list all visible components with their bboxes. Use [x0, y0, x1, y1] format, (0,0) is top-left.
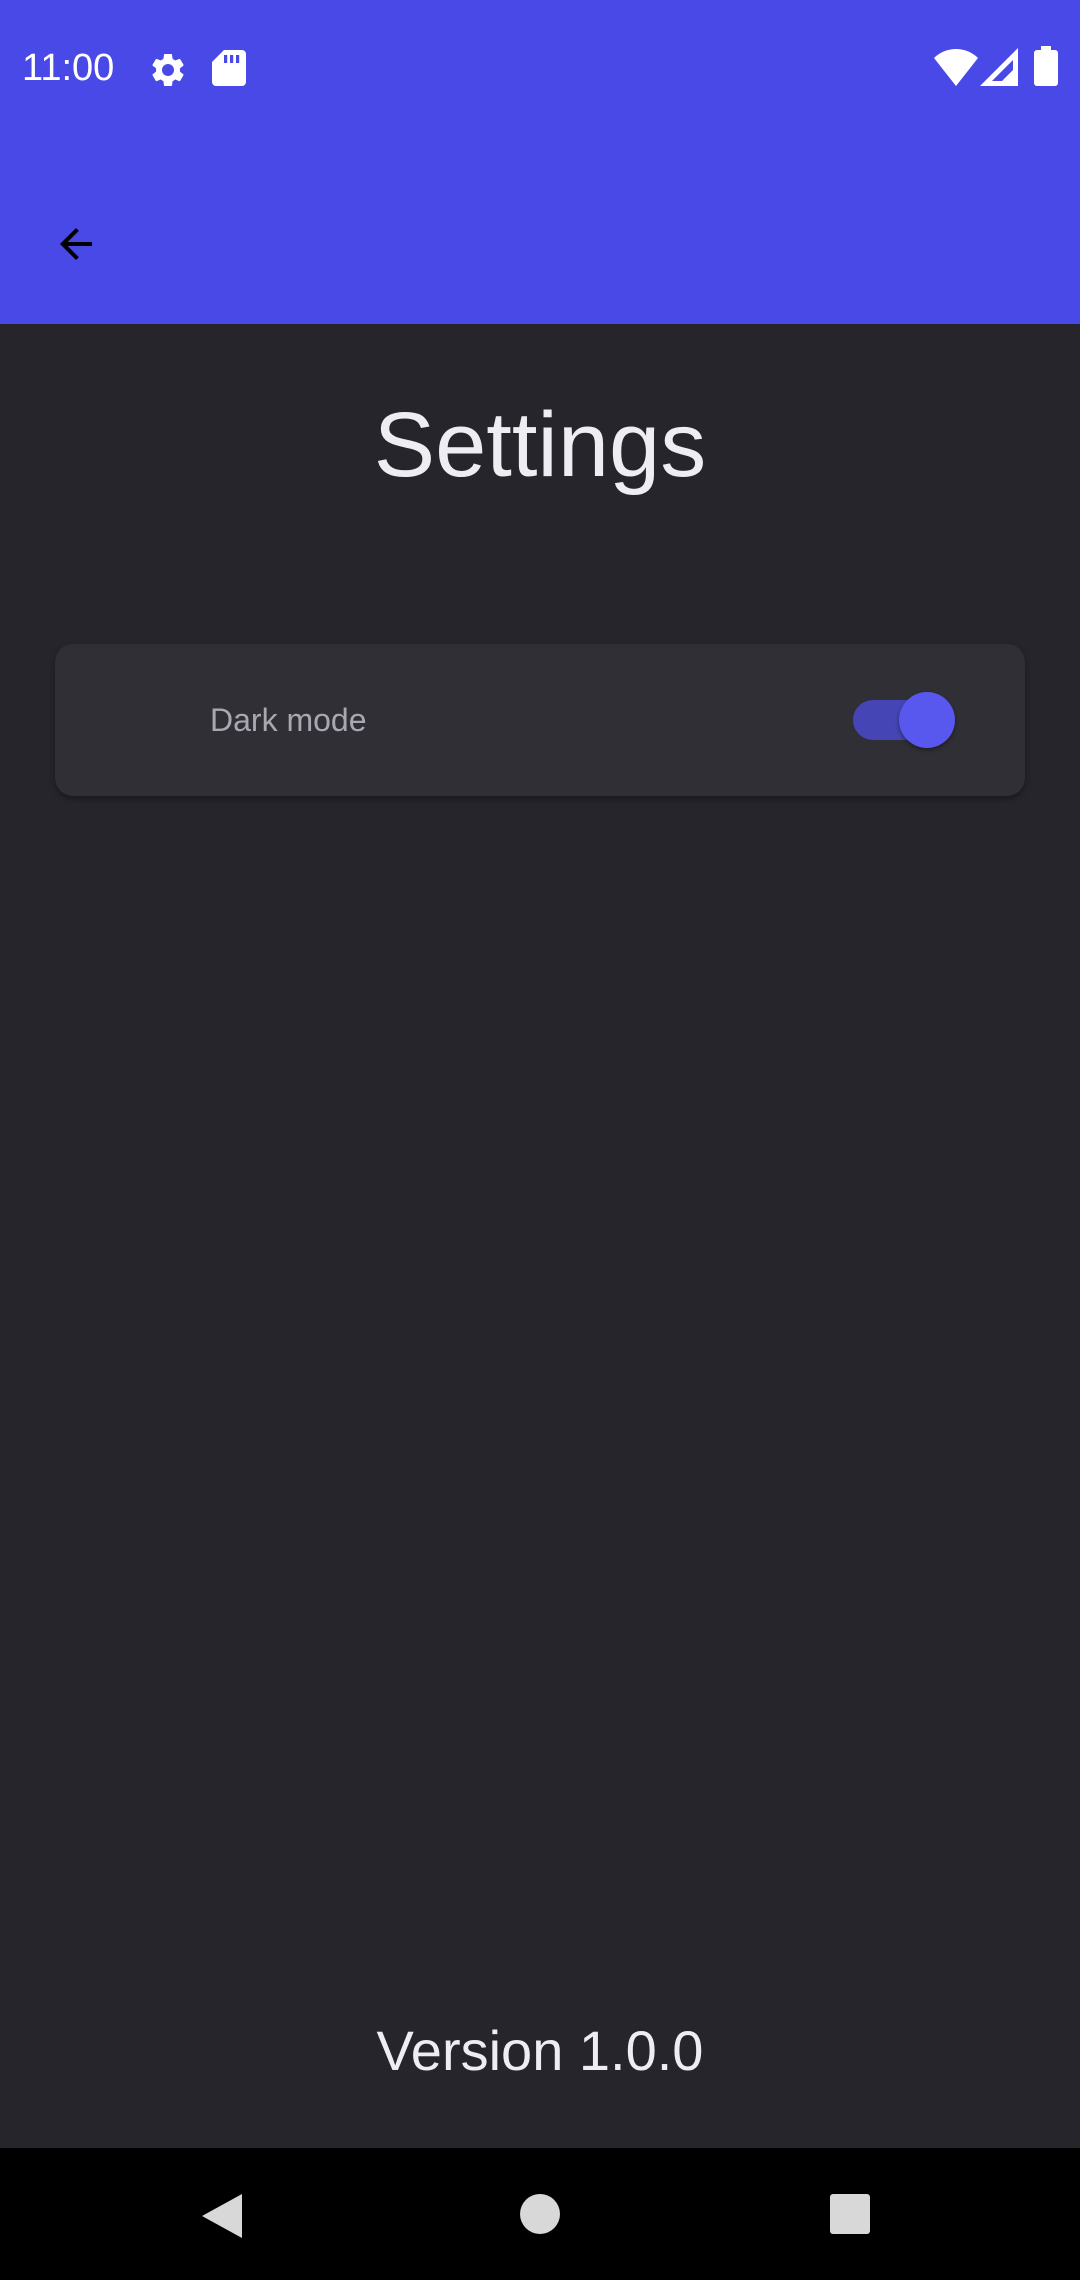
- dark-mode-label: Dark mode: [210, 702, 367, 738]
- battery-icon: [1034, 46, 1058, 86]
- gear-icon: [152, 53, 184, 86]
- back-button[interactable]: [40, 208, 112, 280]
- navigation-bar: [0, 2148, 1080, 2280]
- dark-mode-setting-row[interactable]: Dark mode: [55, 644, 1025, 796]
- version-label: Version 1.0.0: [376, 2019, 704, 2082]
- home-circle-icon: [520, 2194, 560, 2234]
- wifi-icon: [934, 49, 978, 86]
- toggle-thumb: [899, 692, 955, 748]
- status-bar: 11:00: [0, 0, 1080, 136]
- arrow-back-icon: [60, 228, 92, 260]
- recents-square-icon: [830, 2194, 870, 2234]
- moon-icon: [123, 696, 147, 744]
- back-triangle-icon: [202, 2194, 242, 2238]
- nav-recents-button[interactable]: [828, 2192, 872, 2236]
- cell-signal-icon: [980, 48, 1018, 86]
- dark-mode-toggle[interactable]: [853, 688, 963, 752]
- status-time: 11:00: [22, 47, 115, 89]
- sd-card-icon: [212, 50, 246, 86]
- nav-back-button[interactable]: [196, 2190, 248, 2242]
- page-title: Settings: [373, 394, 707, 496]
- nav-home-button[interactable]: [518, 2192, 562, 2236]
- app-bar: 11:00: [0, 0, 1080, 324]
